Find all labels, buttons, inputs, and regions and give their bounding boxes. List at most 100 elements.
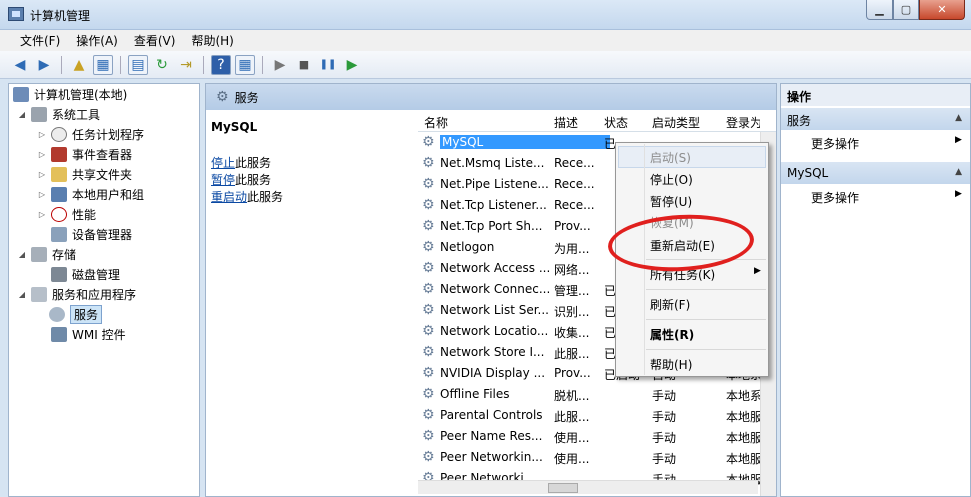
- tree-item-task-scheduler[interactable]: ▷ 任务计划程序: [37, 124, 144, 144]
- service-gear-icon: ⚙: [422, 176, 435, 192]
- back-arrow-icon[interactable]: ◀: [10, 55, 30, 75]
- refresh-icon[interactable]: ↻: [152, 55, 172, 75]
- service-description: 此服...: [554, 410, 590, 424]
- tree-item-event-viewer[interactable]: ▷ 事件查看器: [37, 144, 132, 164]
- actions-pane: 操作 服务 ▲ 更多操作 ▶ MySQL ▲ 更多操作 ▶: [780, 83, 971, 497]
- list-header: 名称 ˄ 描述 状态 启动类型 登录为: [418, 110, 776, 132]
- pause-service-icon[interactable]: ❚❚: [318, 55, 338, 75]
- selected-service-name: MySQL: [211, 120, 258, 134]
- actions-section-mysql[interactable]: MySQL ▲: [781, 162, 970, 184]
- toolbar-divider: [120, 55, 121, 74]
- expand-icon[interactable]: ▷: [37, 150, 47, 159]
- service-name: NVIDIA Display ...: [440, 366, 546, 380]
- tree-item-storage[interactable]: ◢ 存储: [17, 244, 76, 264]
- menu-refresh[interactable]: 刷新(F): [650, 296, 690, 313]
- tree-item-root[interactable]: 计算机管理(本地): [13, 84, 127, 104]
- expand-icon[interactable]: ▷: [37, 190, 47, 199]
- show-action-pane-icon[interactable]: ▦: [235, 54, 255, 75]
- restart-service-icon[interactable]: ▶: [342, 55, 362, 75]
- event-viewer-icon: [51, 146, 67, 162]
- expand-icon[interactable]: ▷: [37, 170, 47, 179]
- table-row[interactable]: ⚙ Peer Name Res... 使用... 手动 本地服: [418, 426, 776, 447]
- up-folder-icon[interactable]: ▲: [69, 55, 89, 75]
- submenu-arrow-icon: ▶: [955, 135, 962, 145]
- more-actions-2[interactable]: 更多操作 ▶: [811, 189, 962, 206]
- start-service-icon[interactable]: ▶: [270, 55, 290, 75]
- menu-start[interactable]: 启动(S): [650, 149, 691, 166]
- minimize-button[interactable]: ▁: [866, 0, 893, 20]
- tree-item-wmi[interactable]: WMI 控件: [51, 324, 126, 344]
- service-description: Rece...: [554, 156, 595, 170]
- menu-help[interactable]: 帮助(H): [650, 356, 692, 373]
- actions-title: 操作: [781, 84, 970, 106]
- table-row[interactable]: ⚙ Parental Controls 此服... 手动 本地服: [418, 405, 776, 426]
- expand-icon[interactable]: ▷: [37, 210, 47, 219]
- close-button[interactable]: ✕: [919, 0, 965, 20]
- service-name: Peer Name Res...: [440, 429, 543, 443]
- column-status[interactable]: 状态: [604, 114, 628, 131]
- horizontal-scrollbar[interactable]: [418, 480, 758, 494]
- export-list-icon[interactable]: ⇥: [176, 55, 196, 75]
- service-name: Network Store I...: [440, 345, 545, 359]
- service-gear-icon: ⚙: [422, 155, 435, 171]
- tree-item-device-manager[interactable]: 设备管理器: [51, 224, 132, 244]
- collapse-icon[interactable]: ◢: [17, 110, 27, 119]
- help-icon[interactable]: ?: [211, 54, 231, 75]
- more-actions-1[interactable]: 更多操作 ▶: [811, 135, 962, 152]
- restart-service-link[interactable]: 重启动: [211, 190, 247, 204]
- actions-section-services[interactable]: 服务 ▲: [781, 108, 970, 130]
- show-hide-tree-icon[interactable]: ▦: [93, 54, 113, 75]
- menu-file[interactable]: 文件(F): [12, 32, 68, 49]
- tree-item-shared-folders[interactable]: ▷ 共享文件夹: [37, 164, 132, 184]
- tree-item-disk-management[interactable]: 磁盘管理: [51, 264, 120, 284]
- sort-ascending-icon: ˄: [478, 110, 483, 118]
- service-name: Parental Controls: [440, 408, 543, 422]
- stop-service-icon[interactable]: ■: [294, 55, 314, 75]
- context-hover: [618, 146, 766, 168]
- stop-service-link[interactable]: 停止: [211, 156, 235, 170]
- menu-help[interactable]: 帮助(H): [183, 32, 241, 49]
- toolbar: ◀ ▶ ▲ ▦ ▤ ↻ ⇥ ? ▦ ▶ ■ ❚❚ ▶: [0, 51, 971, 79]
- scroll-thumb[interactable]: [548, 483, 578, 493]
- properties-icon[interactable]: ▤: [128, 54, 148, 75]
- services-apps-icon: [31, 286, 47, 302]
- tree-item-services-apps[interactable]: ◢ 服务和应用程序: [17, 284, 136, 304]
- tree-item-local-users[interactable]: ▷ 本地用户和组: [37, 184, 144, 204]
- expand-icon[interactable]: ▷: [37, 130, 47, 139]
- column-name[interactable]: 名称: [424, 114, 448, 131]
- column-startup-type[interactable]: 启动类型: [652, 114, 700, 131]
- service-description: 脱机...: [554, 389, 590, 403]
- column-log-on-as[interactable]: 登录为: [726, 114, 760, 131]
- menu-separator: [646, 349, 766, 350]
- shared-folder-icon: [51, 166, 67, 182]
- forward-arrow-icon[interactable]: ▶: [34, 55, 54, 75]
- maximize-button[interactable]: ▢: [893, 0, 919, 20]
- service-name: Network List Ser...: [440, 303, 549, 317]
- menu-action[interactable]: 操作(A): [68, 32, 126, 49]
- collapse-up-icon[interactable]: ▲: [955, 167, 962, 177]
- tree-item-services[interactable]: 服务: [49, 304, 103, 324]
- collapse-icon[interactable]: ◢: [17, 290, 27, 299]
- service-description-pane: MySQL 停止此服务 暂停此服务 重启动此服务: [206, 110, 416, 496]
- service-gear-icon: ⚙: [422, 407, 435, 423]
- menu-view[interactable]: 查看(V): [126, 32, 184, 49]
- column-description[interactable]: 描述: [554, 114, 578, 131]
- menu-bar: 文件(F) 操作(A) 查看(V) 帮助(H): [0, 30, 971, 51]
- menu-pause[interactable]: 暂停(U): [650, 193, 692, 210]
- collapse-icon[interactable]: ◢: [17, 250, 27, 259]
- service-name: Net.Pipe Listene...: [440, 177, 549, 191]
- pause-service-link[interactable]: 暂停: [211, 173, 235, 187]
- menu-properties[interactable]: 属性(R): [650, 326, 694, 343]
- table-row[interactable]: ⚙ Offline Files 脱机... 手动 本地系: [418, 384, 776, 405]
- service-name: Offline Files: [440, 387, 510, 401]
- restart-service-line: 重启动此服务: [211, 190, 284, 204]
- tree-item-system-tools[interactable]: ◢ 系统工具: [17, 104, 100, 124]
- table-row[interactable]: ⚙ Peer Networkin... 使用... 手动 本地服: [418, 447, 776, 468]
- clock-icon: [51, 126, 67, 142]
- service-startup-type: 手动: [652, 389, 677, 403]
- collapse-up-icon[interactable]: ▲: [955, 113, 962, 123]
- performance-icon: [51, 206, 67, 222]
- tree-item-performance[interactable]: ▷ 性能: [37, 204, 96, 224]
- menu-stop[interactable]: 停止(O): [650, 171, 693, 188]
- tools-icon: [31, 106, 47, 122]
